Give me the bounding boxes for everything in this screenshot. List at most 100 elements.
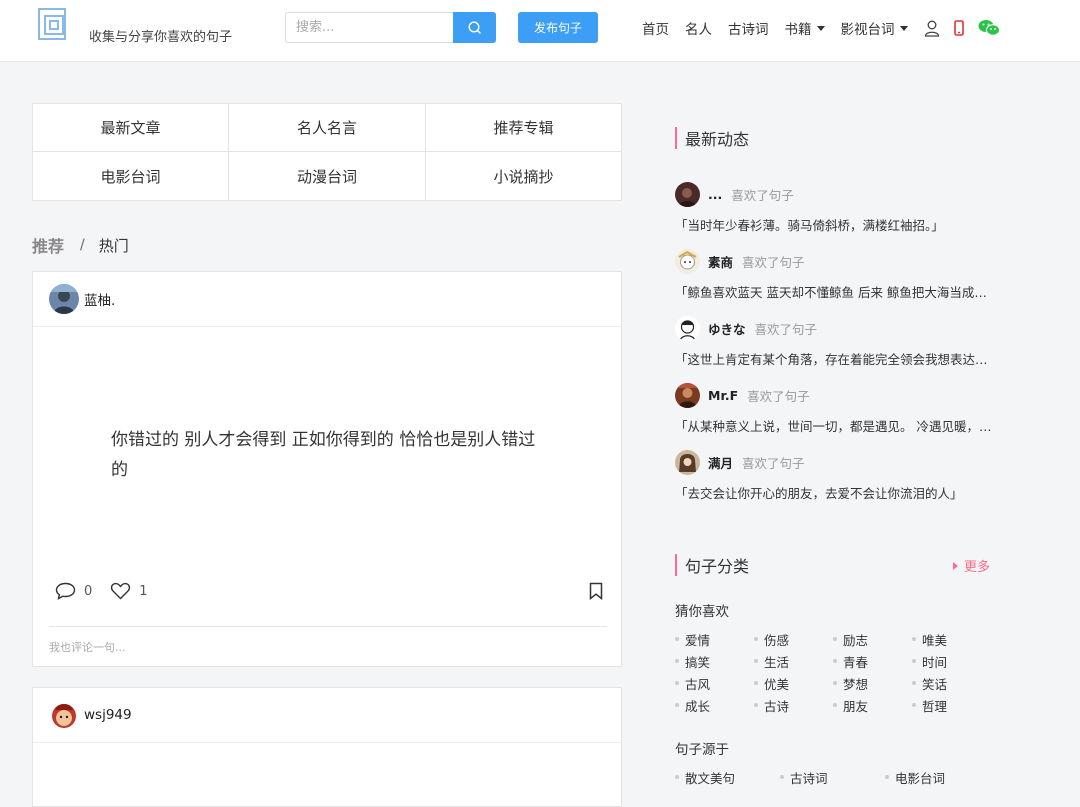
post-username[interactable]: 蓝柚. — [84, 289, 115, 309]
feed-username[interactable]: Mr.F — [708, 388, 738, 403]
tag-link[interactable]: 古诗 — [754, 694, 833, 716]
tag-link[interactable]: 伤感 — [754, 628, 833, 650]
post-sentence[interactable]: 你错过的 别人才会得到 正如你得到的 恰恰也是别人错过的 — [111, 425, 543, 485]
category-latest-articles[interactable]: 最新文章 — [33, 104, 229, 152]
main-nav: 首页 名人 古诗词 书籍 影视台词 — [642, 18, 1014, 38]
avatar[interactable] — [675, 181, 700, 207]
category-anime-lines[interactable]: 动漫台词 — [229, 152, 426, 200]
category-grid: 最新文章 名人名言 推荐专辑 电影台词 动漫台词 小说摘抄 — [32, 103, 622, 201]
tag-link[interactable]: 散文美句 — [675, 766, 780, 788]
nav-poetry-label: 古诗词 — [728, 22, 769, 38]
bookmark-icon — [589, 582, 603, 601]
tag-link[interactable]: 爱情 — [675, 628, 754, 650]
nav-poetry[interactable]: 古诗词 — [728, 18, 769, 38]
wechat-icon[interactable] — [978, 19, 1000, 37]
avatar[interactable] — [675, 382, 700, 408]
tag-link[interactable]: 哲理 — [912, 694, 991, 716]
bullet-icon — [912, 637, 916, 641]
category-famous-quotes[interactable]: 名人名言 — [229, 104, 426, 152]
tag-label: 古风 — [685, 676, 711, 692]
bullet-icon — [675, 659, 679, 663]
publish-sentence-button[interactable]: 发布句子 — [518, 12, 598, 43]
nav-celebrities[interactable]: 名人 — [685, 18, 712, 38]
bookmark-button[interactable] — [589, 582, 603, 604]
tag-label: 搞笑 — [685, 654, 711, 670]
avatar[interactable] — [675, 449, 700, 475]
more-categories-link[interactable]: 更多 — [953, 556, 990, 575]
bullet-icon — [912, 703, 916, 707]
tag-label: 爱情 — [685, 632, 711, 648]
tab-separator: / — [80, 237, 85, 253]
nav-home-label: 首页 — [642, 22, 669, 38]
tag-link[interactable]: 青春 — [833, 650, 912, 672]
source-heading: 句子源于 — [675, 742, 729, 758]
bullet-icon — [833, 681, 837, 685]
search-input[interactable] — [285, 12, 453, 43]
avatar[interactable] — [675, 248, 700, 274]
tag-link[interactable]: 电影台词 — [885, 766, 990, 788]
tag-link[interactable]: 朋友 — [833, 694, 912, 716]
more-label: 更多 — [964, 560, 991, 575]
tag-label: 散文美句 — [685, 770, 736, 786]
avatar[interactable] — [49, 284, 79, 314]
category-recommended-albums[interactable]: 推荐专辑 — [426, 104, 621, 152]
feed-sentence[interactable]: 「去交会让你开心的朋友，去爱不会让你流泪的人」 — [675, 483, 993, 502]
avatar[interactable] — [49, 700, 79, 730]
feed-sentence[interactable]: 「鲸鱼喜欢蓝天 蓝天却不懂鲸鱼 后来 鲸鱼把大海当成了蓝天」 — [675, 282, 993, 301]
feed-sentence[interactable]: 「当时年少春衫薄。骑马倚斜桥，满楼红袖招。」 — [675, 215, 993, 234]
feed-tabs: 推荐 / 热门 — [32, 233, 129, 257]
guess-you-like-heading: 猜你喜欢 — [675, 604, 729, 620]
top-header: 收集与分享你喜欢的句子 发布句子 首页 名人 古诗词 书籍 影视台词 — [0, 0, 1080, 62]
post-body: 你错过的 别人才会得到 正如你得到的 恰恰也是别人错过的 — [33, 327, 621, 485]
feed-username[interactable]: 素商 — [708, 252, 733, 271]
tag-link[interactable]: 梦想 — [833, 672, 912, 694]
feed-username[interactable]: ゆきな — [708, 319, 746, 338]
bullet-icon — [833, 703, 837, 707]
tag-link[interactable]: 唯美 — [912, 628, 991, 650]
tag-link[interactable]: 优美 — [754, 672, 833, 694]
comment-input[interactable]: 我也评论一句... — [49, 626, 607, 655]
user-icon[interactable] — [924, 20, 940, 37]
comment-button[interactable]: 0 — [55, 582, 92, 600]
tag-link[interactable]: 古风 — [675, 672, 754, 694]
feed-sentence[interactable]: 「这世上肯定有某个角落，存在着能完全领会我想表达的意思的人」 — [675, 349, 993, 368]
site-tagline: 收集与分享你喜欢的句子 — [89, 30, 233, 45]
tag-link[interactable]: 生活 — [754, 650, 833, 672]
chevron-down-icon — [899, 25, 908, 31]
post-header: wsj949 — [33, 688, 621, 743]
feed-action: 喜欢了句子 — [742, 455, 805, 471]
feed-username[interactable]: 满月 — [708, 453, 733, 472]
tag-label: 古诗词 — [790, 770, 828, 786]
feed-username[interactable]: ... — [708, 187, 722, 202]
nav-film-dropdown[interactable]: 影视台词 — [841, 18, 908, 38]
tag-link[interactable]: 励志 — [833, 628, 912, 650]
tag-link[interactable]: 笑话 — [912, 672, 991, 694]
bullet-icon — [754, 681, 758, 685]
bullet-icon — [780, 775, 784, 779]
category-novel-excerpts[interactable]: 小说摘抄 — [426, 152, 621, 200]
tag-link[interactable]: 古诗词 — [780, 766, 885, 788]
nav-books-dropdown[interactable]: 书籍 — [785, 18, 825, 38]
tag-link[interactable]: 成长 — [675, 694, 754, 716]
post-username[interactable]: wsj949 — [84, 707, 132, 723]
tab-recommend[interactable]: 推荐 — [32, 233, 64, 257]
tag-label: 古诗 — [764, 698, 790, 714]
tag-link[interactable]: 时间 — [912, 650, 991, 672]
tag-label: 朋友 — [843, 698, 869, 714]
feed-sentence[interactable]: 「从某种意义上说，世间一切，都是遇见。 冷遇见暖，就有了雨」 — [675, 416, 993, 435]
bullet-icon — [912, 659, 916, 663]
tag-label: 励志 — [843, 632, 869, 648]
avatar[interactable] — [675, 315, 700, 341]
search-button[interactable] — [453, 12, 496, 43]
tag-link[interactable]: 搞笑 — [675, 650, 754, 672]
site-logo-icon[interactable] — [36, 6, 72, 42]
like-button[interactable]: 1 — [110, 582, 148, 600]
bullet-icon — [675, 681, 679, 685]
nav-home[interactable]: 首页 — [642, 18, 669, 38]
tab-hot[interactable]: 热门 — [99, 235, 129, 256]
post-card: wsj949 — [32, 687, 622, 807]
nav-celebrities-label: 名人 — [685, 22, 712, 38]
phone-icon[interactable] — [953, 20, 964, 36]
activity-feed: ... 喜欢了句子 「当时年少春衫薄。骑马倚斜桥，满楼红袖招。」 素商 喜欢了句… — [675, 181, 995, 516]
category-movie-lines[interactable]: 电影台词 — [33, 152, 229, 200]
